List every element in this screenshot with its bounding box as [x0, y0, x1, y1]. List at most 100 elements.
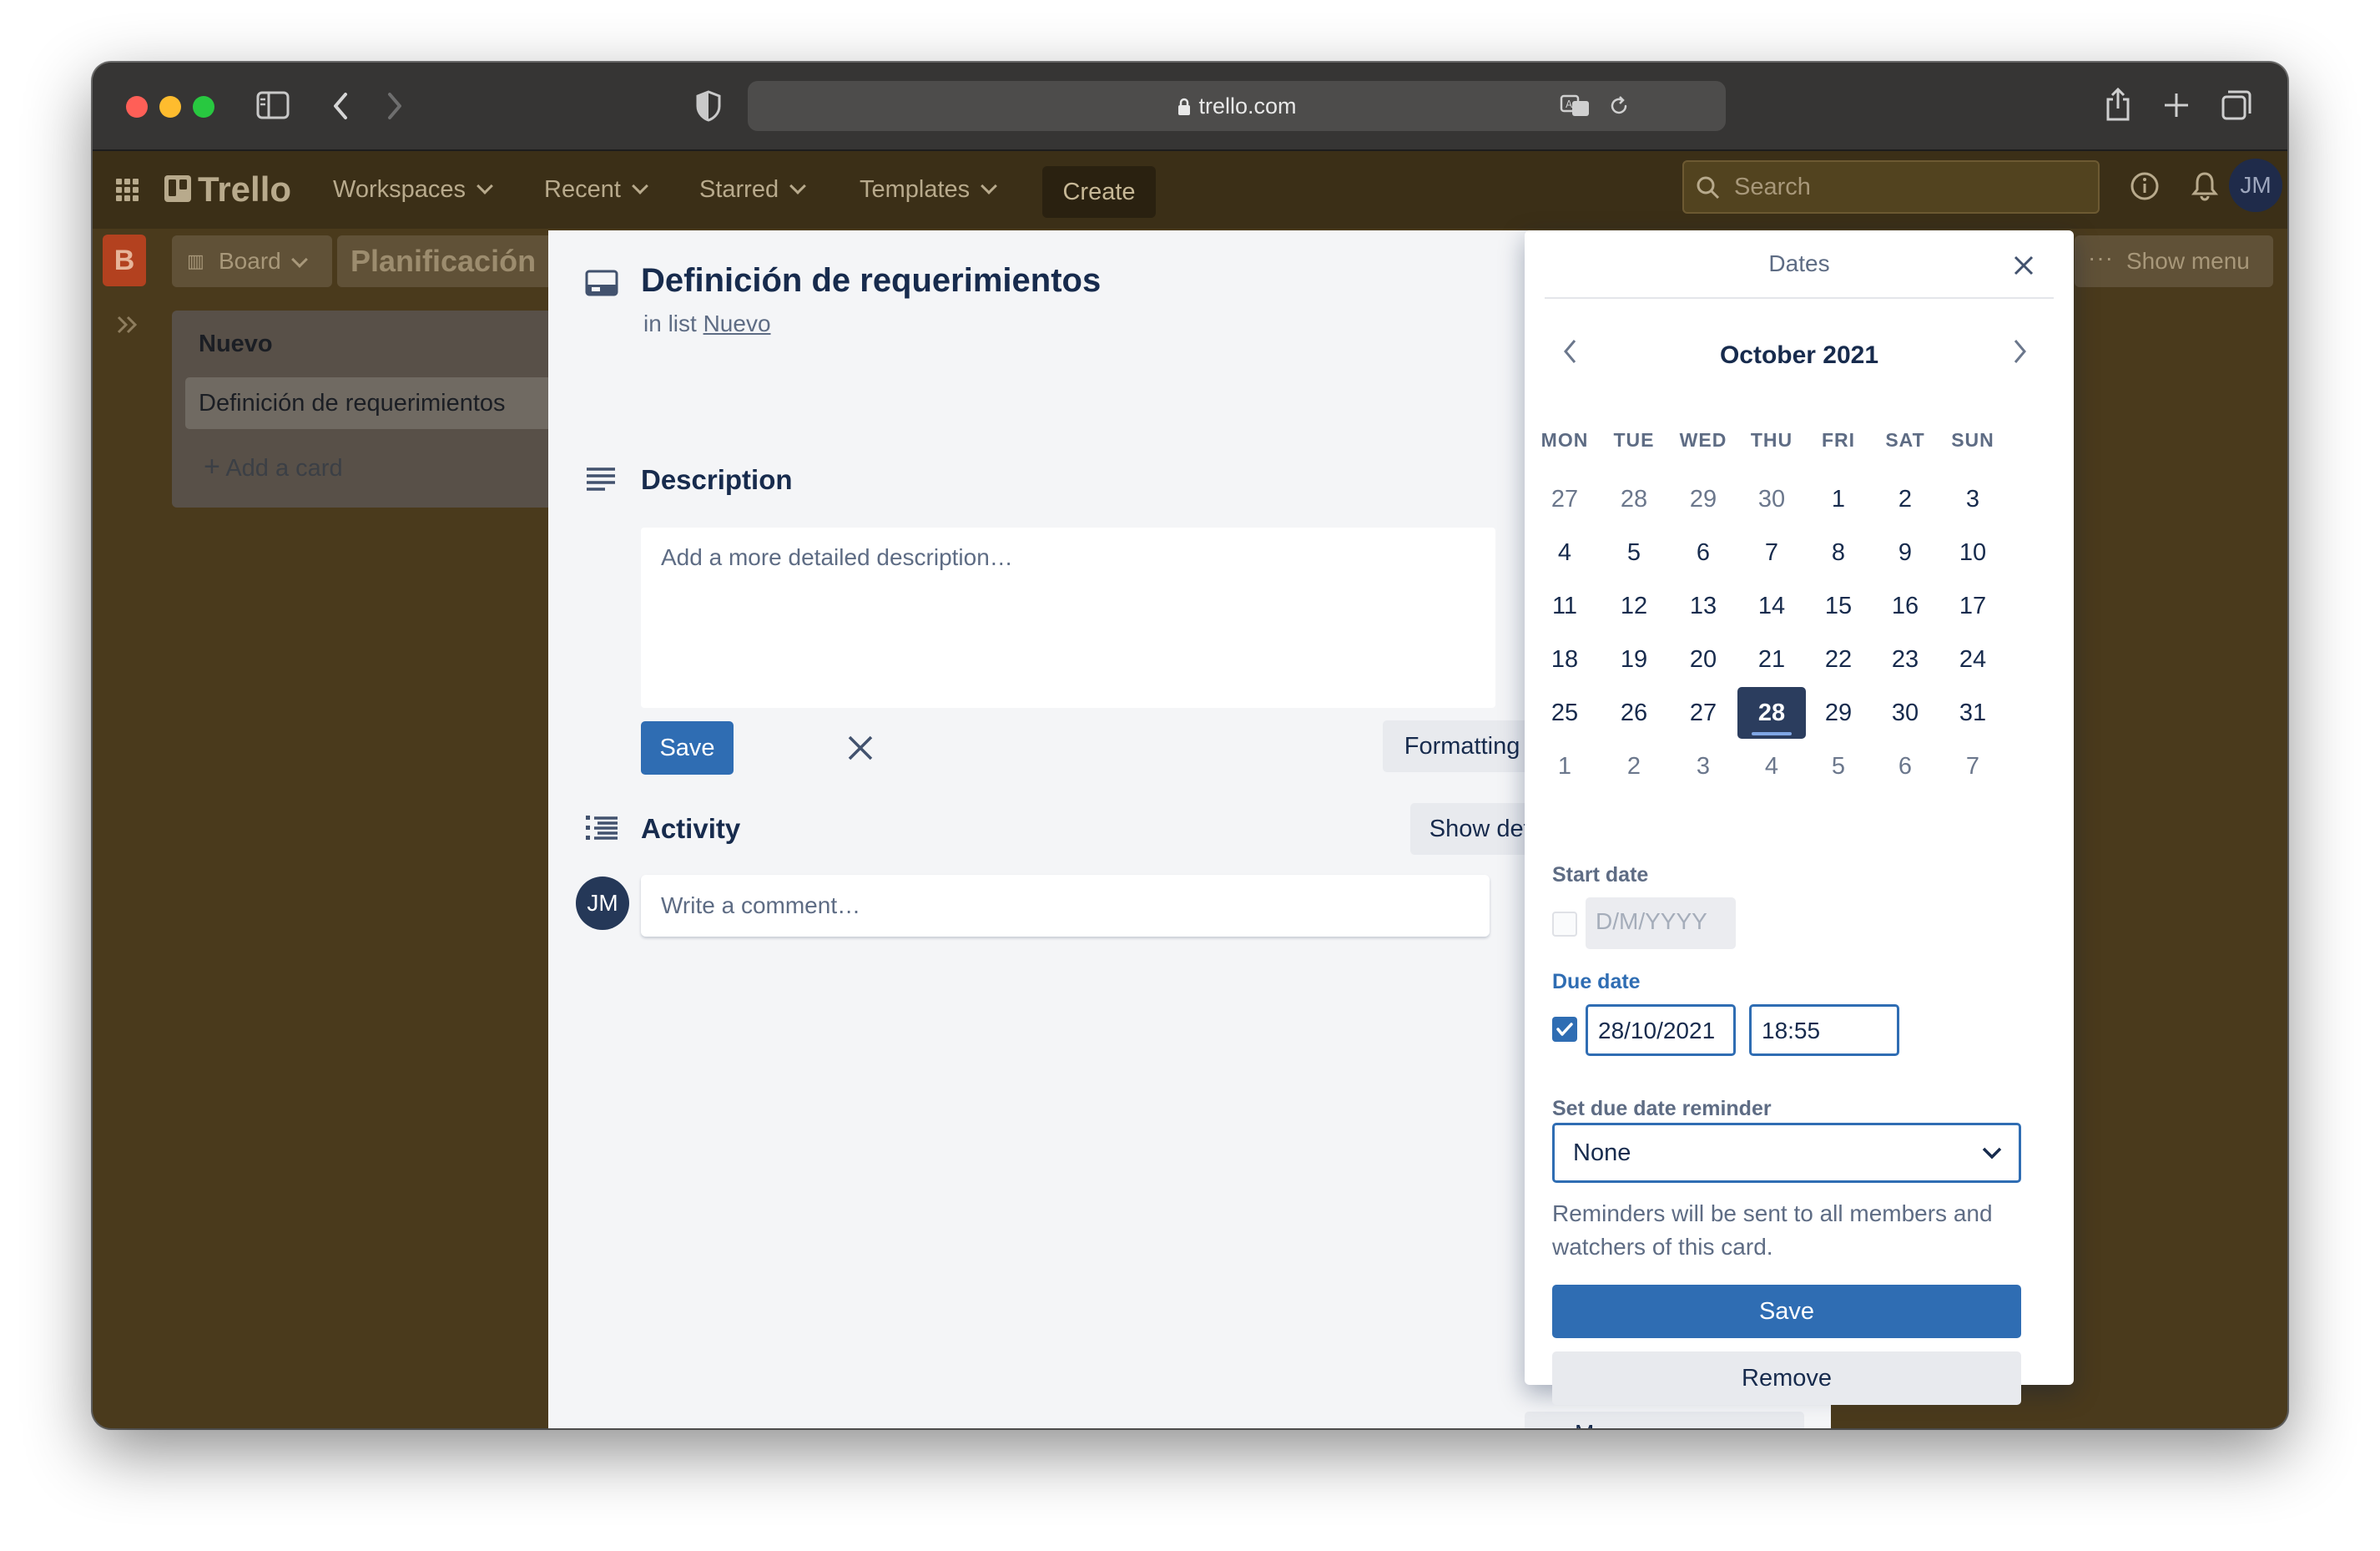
calendar-day[interactable]: 27	[1530, 473, 1599, 525]
calendar-day[interactable]: 3	[1669, 740, 1737, 792]
calendar-day[interactable]: 2	[1600, 740, 1668, 792]
show-menu-button[interactable]: ··· Show menu	[2075, 235, 2273, 287]
move-button[interactable]: → Move	[1525, 1412, 1804, 1428]
add-card-button[interactable]: + Add a card	[204, 446, 343, 488]
bell-icon[interactable]	[2191, 171, 2218, 201]
calendar-day[interactable]: 31	[1939, 687, 2007, 739]
nav-starred[interactable]: Starred	[699, 151, 807, 229]
privacy-shield-icon[interactable]	[695, 89, 722, 123]
close-icon[interactable]	[2014, 255, 2034, 275]
calendar-day[interactable]: 12	[1600, 580, 1668, 632]
calendar-day[interactable]: 23	[1871, 634, 1939, 685]
calendar-day[interactable]: 6	[1669, 527, 1737, 578]
calendar-day[interactable]: 26	[1600, 687, 1668, 739]
sidebar-toggle-icon[interactable]	[256, 91, 290, 119]
calendar-day[interactable]: 2	[1871, 473, 1939, 525]
board-badge[interactable]: B	[103, 235, 146, 286]
calendar-day[interactable]: 20	[1669, 634, 1737, 685]
calendar-day[interactable]: 15	[1804, 580, 1873, 632]
chevron-right-icon[interactable]	[2010, 337, 2029, 366]
nav-workspaces[interactable]: Workspaces	[333, 151, 493, 229]
app-switcher-icon[interactable]	[115, 178, 140, 203]
description-save-button[interactable]: Save	[641, 721, 734, 775]
calendar-day[interactable]: 30	[1737, 473, 1806, 525]
nav-templates[interactable]: Templates	[860, 151, 998, 229]
dates-save-button[interactable]: Save	[1552, 1285, 2021, 1338]
calendar-day[interactable]: 1	[1530, 740, 1599, 792]
header-avatar[interactable]: JM	[2229, 159, 2282, 212]
due-date-checkbox[interactable]	[1552, 1017, 1577, 1042]
calendar-day[interactable]: 5	[1600, 527, 1668, 578]
list-card[interactable]: Definición de requerimientos	[185, 377, 556, 429]
reminder-value: None	[1573, 1139, 1631, 1166]
minimize-window-button[interactable]	[159, 96, 181, 118]
forward-icon[interactable]	[385, 89, 405, 123]
calendar-day[interactable]: 11	[1530, 580, 1599, 632]
description-textarea[interactable]: Add a more detailed description…	[641, 528, 1495, 708]
card-title[interactable]: Definición de requerimientos	[641, 262, 1101, 300]
nav-recent[interactable]: Recent	[544, 151, 648, 229]
calendar-day[interactable]: 10	[1939, 527, 2007, 578]
weekday-sat: SAT	[1885, 429, 1925, 451]
calendar-day[interactable]: 4	[1737, 740, 1806, 792]
calendar-day[interactable]: 28	[1600, 473, 1668, 525]
calendar-day[interactable]: 19	[1600, 634, 1668, 685]
calendar-day[interactable]: 21	[1737, 634, 1806, 685]
chevron-down-icon	[1982, 1147, 2002, 1159]
info-icon[interactable]	[2130, 171, 2160, 201]
board-view-button[interactable]: ▥ Board	[172, 235, 332, 287]
translate-icon[interactable]: A	[1560, 93, 1591, 119]
activity-icon	[586, 816, 618, 840]
calendar-day[interactable]: 7	[1737, 527, 1806, 578]
calendar-day[interactable]: 8	[1804, 527, 1873, 578]
zoom-window-button[interactable]	[193, 96, 214, 118]
calendar-day[interactable]: 4	[1530, 527, 1599, 578]
calendar-day[interactable]: 29	[1669, 473, 1737, 525]
due-date-input[interactable]: 28/10/2021	[1586, 1004, 1736, 1056]
share-icon[interactable]	[2104, 86, 2132, 123]
calendar-day[interactable]: 29	[1804, 687, 1873, 739]
calendar-day[interactable]: 14	[1737, 580, 1806, 632]
calendar-day[interactable]: 5	[1804, 740, 1873, 792]
list-link[interactable]: Nuevo	[703, 311, 771, 336]
board-name[interactable]: Planificación	[337, 235, 554, 287]
close-icon[interactable]	[847, 735, 874, 761]
start-date-checkbox[interactable]	[1552, 912, 1577, 937]
calendar-day-selected[interactable]: 28	[1737, 687, 1806, 739]
comment-input[interactable]: Write a comment…	[641, 875, 1490, 937]
search-icon	[1697, 176, 1720, 200]
create-button[interactable]: Create	[1042, 166, 1156, 218]
reminder-select[interactable]: None	[1552, 1123, 2021, 1183]
new-tab-icon[interactable]	[2162, 91, 2191, 119]
calendar-day[interactable]: 25	[1530, 687, 1599, 739]
reload-icon[interactable]	[1607, 94, 1631, 118]
calendar-day[interactable]: 6	[1871, 740, 1939, 792]
svg-text:A: A	[1566, 99, 1573, 110]
start-date-input[interactable]: D/M/YYYY	[1586, 897, 1736, 949]
calendar-day[interactable]: 16	[1871, 580, 1939, 632]
calendar-day[interactable]: 30	[1871, 687, 1939, 739]
calendar-day[interactable]: 13	[1669, 580, 1737, 632]
calendar-day[interactable]: 27	[1669, 687, 1737, 739]
address-bar[interactable]: trello.com A	[748, 81, 1726, 131]
calendar-day[interactable]: 24	[1939, 634, 2007, 685]
list-title[interactable]: Nuevo	[199, 331, 273, 358]
calendar-day[interactable]: 18	[1530, 634, 1599, 685]
expand-sidebar-icon[interactable]	[116, 315, 139, 335]
calendar-day[interactable]: 7	[1939, 740, 2007, 792]
calendar-day[interactable]: 3	[1939, 473, 2007, 525]
tab-overview-icon[interactable]	[2221, 89, 2252, 121]
search-input[interactable]: Search	[1682, 160, 2100, 214]
comment-placeholder: Write a comment…	[661, 892, 861, 918]
dates-remove-button[interactable]: Remove	[1552, 1351, 2021, 1405]
weekday-wed: WED	[1679, 429, 1727, 451]
calendar-day[interactable]: 1	[1804, 473, 1873, 525]
calendar-day[interactable]: 22	[1804, 634, 1873, 685]
calendar-day[interactable]: 9	[1871, 527, 1939, 578]
due-time-input[interactable]: 18:55	[1749, 1004, 1899, 1056]
move-label: Move	[1575, 1422, 1631, 1429]
chevron-down-icon	[477, 178, 493, 195]
back-icon[interactable]	[330, 89, 350, 123]
close-window-button[interactable]	[126, 96, 148, 118]
calendar-day[interactable]: 17	[1939, 580, 2007, 632]
